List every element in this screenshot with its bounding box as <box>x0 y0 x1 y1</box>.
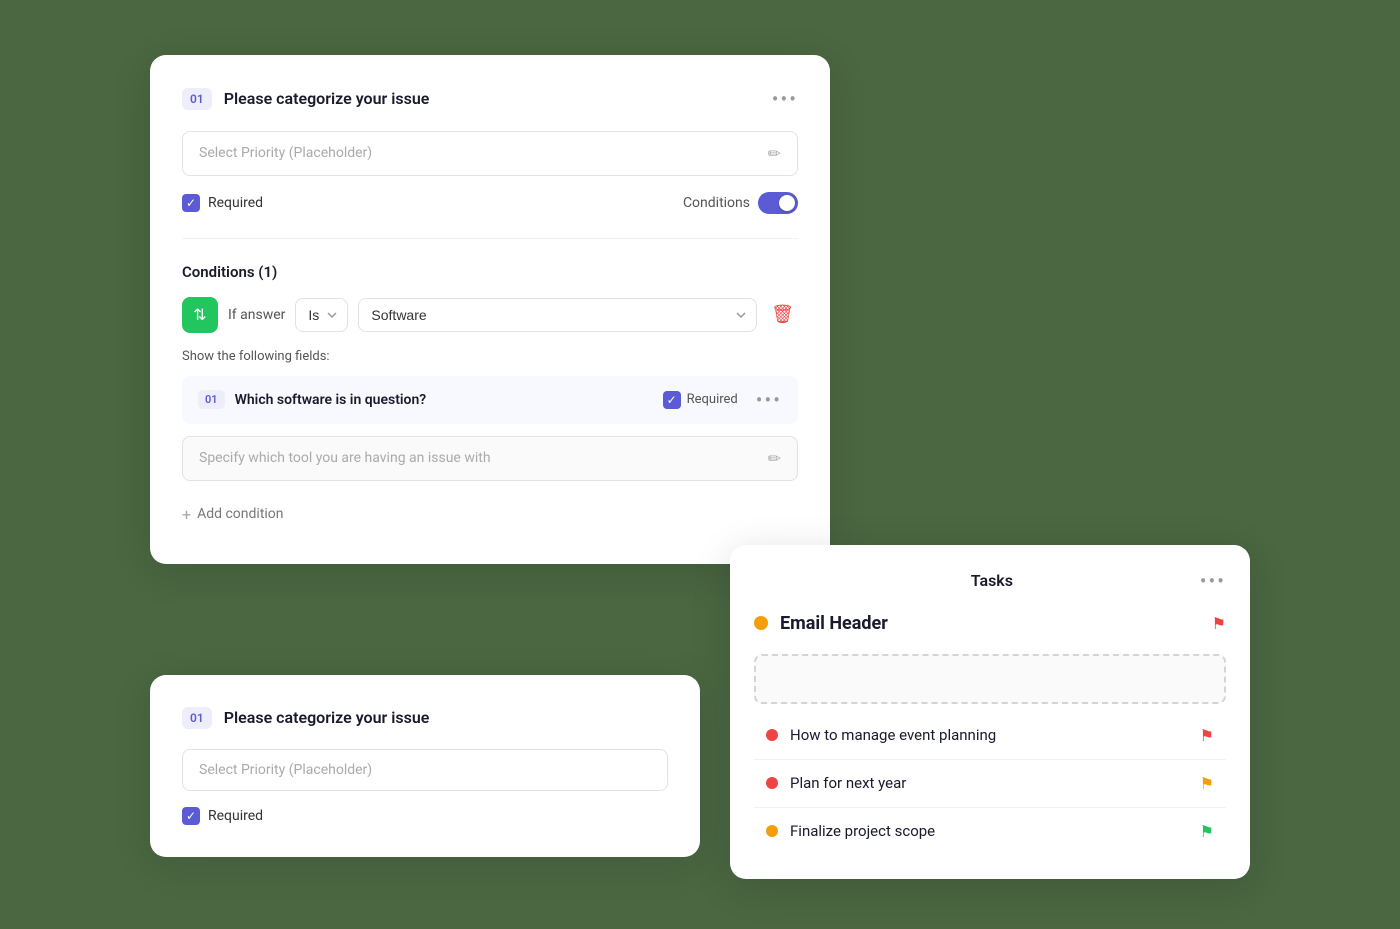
toggle-knob <box>779 195 795 211</box>
add-condition-button[interactable]: + Add condition <box>182 497 798 532</box>
main-form-card: 01 Please categorize your issue ••• Sele… <box>150 55 830 564</box>
required-row-2: ✓ Required <box>182 807 668 825</box>
task-dot-1 <box>766 729 778 741</box>
task-item-3[interactable]: Finalize project scope ⚑ <box>754 808 1226 855</box>
sub-required-text: Required <box>687 392 738 407</box>
task-flag-icon-2: ⚑ <box>1200 774 1214 793</box>
priority-edit-icon[interactable]: ✏ <box>768 144 781 163</box>
sub-edit-icon[interactable]: ✏ <box>768 449 781 468</box>
second-form-card: 01 Please categorize your issue Select P… <box>150 675 700 857</box>
task-text-2: Plan for next year <box>790 774 1188 792</box>
sub-required-checkbox[interactable]: ✓ <box>663 391 681 409</box>
sub-more-dots[interactable]: ••• <box>756 388 782 412</box>
tasks-panel: Tasks ••• Email Header ⚑ How to manage e… <box>730 545 1250 879</box>
required-checkbox-label-2[interactable]: ✓ Required <box>182 807 263 825</box>
task-dot-2 <box>766 777 778 789</box>
sub-required-label: ✓ Required <box>663 391 738 409</box>
required-text: Required <box>208 195 263 211</box>
required-checkbox[interactable]: ✓ <box>182 194 200 212</box>
priority-placeholder-field-2[interactable]: Select Priority (Placeholder) <box>182 749 668 791</box>
sub-placeholder-field[interactable]: Specify which tool you are having an iss… <box>182 436 798 481</box>
conditions-block: Conditions (1) ⇅ If answer Is Software 🗑… <box>182 263 798 532</box>
checkmark-icon-2: ✓ <box>186 809 196 823</box>
section1-title: Please categorize your issue <box>224 89 430 108</box>
section2-header: 01 Please categorize your issue <box>182 707 668 729</box>
filter-icon: ⇅ <box>193 305 206 324</box>
add-condition-label: Add condition <box>197 506 283 522</box>
checkmark-icon: ✓ <box>186 196 196 210</box>
section2-title: Please categorize your issue <box>224 708 430 727</box>
delete-condition-icon[interactable]: 🗑 <box>767 300 798 329</box>
required-checkbox-2[interactable]: ✓ <box>182 807 200 825</box>
sub-checkmark-icon: ✓ <box>667 393 677 407</box>
required-conditions-row: ✓ Required Conditions <box>182 192 798 214</box>
task-flag-icon-3: ⚑ <box>1200 822 1214 841</box>
step-badge-1: 01 <box>182 88 212 110</box>
task-item-1[interactable]: How to manage event planning ⚑ <box>754 712 1226 760</box>
task-dot-3 <box>766 825 778 837</box>
section1-title-group: 01 Please categorize your issue <box>182 88 429 110</box>
task-text-3: Finalize project scope <box>790 822 1188 840</box>
condition-filter-icon: ⇅ <box>182 297 218 333</box>
plus-icon: + <box>182 505 191 524</box>
show-fields-label: Show the following fields: <box>182 349 798 364</box>
email-header-flag-icon: ⚑ <box>1212 614 1226 633</box>
priority-placeholder-text: Select Priority (Placeholder) <box>199 145 372 161</box>
condition-row-1: ⇅ If answer Is Software 🗑 <box>182 297 798 333</box>
conditions-toggle-switch[interactable] <box>758 192 798 214</box>
section1-more-dots[interactable]: ••• <box>772 87 798 111</box>
task-item-2[interactable]: Plan for next year ⚑ <box>754 760 1226 808</box>
tasks-more-dots[interactable]: ••• <box>1200 569 1226 593</box>
is-select[interactable]: Is <box>295 298 348 332</box>
section-divider <box>182 238 798 239</box>
required-checkbox-label[interactable]: ✓ Required <box>182 194 263 212</box>
software-select[interactable]: Software <box>358 298 757 332</box>
conditions-label: Conditions <box>683 195 750 211</box>
conditions-toggle-row: Conditions <box>683 192 798 214</box>
tasks-header: Tasks ••• <box>754 569 1226 593</box>
sub-step-badge: 01 <box>198 390 225 409</box>
sub-question-row: 01 Which software is in question? ✓ Requ… <box>182 376 798 424</box>
task-text-1: How to manage event planning <box>790 726 1188 744</box>
tasks-title: Tasks <box>784 571 1200 590</box>
email-header-text: Email Header <box>780 613 1200 634</box>
drag-drop-zone[interactable] <box>754 654 1226 704</box>
priority-placeholder-field[interactable]: Select Priority (Placeholder) ✏ <box>182 131 798 176</box>
step-badge-2: 01 <box>182 707 212 729</box>
email-header-row: Email Header ⚑ <box>754 613 1226 642</box>
section2-title-group: 01 Please categorize your issue <box>182 707 429 729</box>
section1-header: 01 Please categorize your issue ••• <box>182 87 798 111</box>
sub-placeholder-text: Specify which tool you are having an iss… <box>199 450 491 466</box>
conditions-title: Conditions (1) <box>182 263 798 281</box>
if-answer-label: If answer <box>228 307 285 323</box>
priority-placeholder-text-2: Select Priority (Placeholder) <box>199 762 372 778</box>
task-flag-icon-1: ⚑ <box>1200 726 1214 745</box>
sub-question-text: Which software is in question? <box>235 392 653 408</box>
email-header-dot <box>754 616 768 630</box>
required-text-2: Required <box>208 808 263 824</box>
